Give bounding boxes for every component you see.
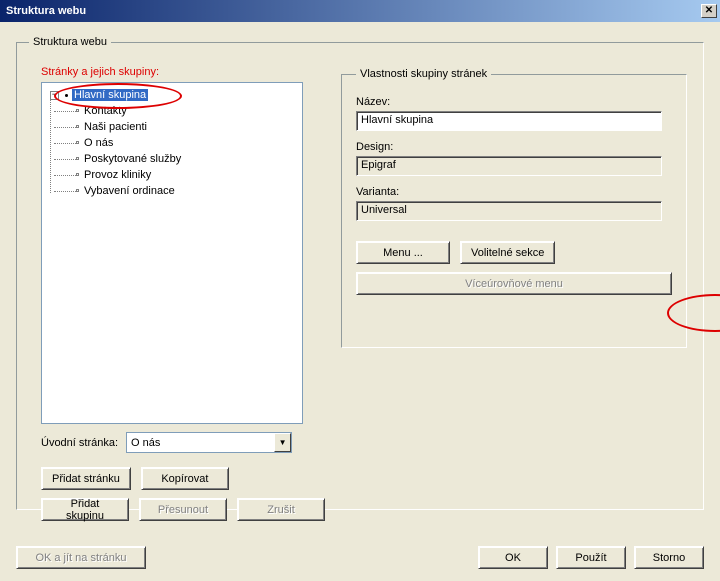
tree-node-icon	[76, 173, 79, 176]
tree-item-label: Kontakty	[84, 105, 127, 117]
design-field: Epigraf	[356, 156, 662, 176]
properties-legend: Vlastnosti skupiny stránek	[356, 68, 491, 80]
menu-button[interactable]: Menu ...	[356, 241, 450, 264]
chevron-down-icon[interactable]: ▼	[274, 433, 291, 452]
tree-item-label: Poskytované služby	[84, 153, 181, 165]
tree-item-label: Provoz kliniky	[84, 169, 151, 181]
intro-page-select[interactable]: O nás ▼	[126, 432, 292, 453]
tree-item[interactable]: Provoz kliniky	[46, 167, 298, 183]
tree-node-icon	[76, 125, 79, 128]
ok-goto-button: OK a jít na stránku	[16, 546, 146, 569]
name-label: Název:	[356, 96, 672, 108]
tree-item[interactable]: Vybavení ordinace	[46, 183, 298, 199]
tree-node-icon	[76, 189, 79, 192]
tree-item[interactable]: Naši pacienti	[46, 119, 298, 135]
optional-sections-button[interactable]: Volitelné sekce	[460, 241, 555, 264]
variant-field: Universal	[356, 201, 662, 221]
tree-node-icon	[76, 157, 79, 160]
tree-root-label[interactable]: Hlavní skupina	[72, 89, 148, 101]
multilevel-menu-button: Víceúrovňové menu	[356, 272, 672, 295]
tree-root-node-icon	[65, 94, 68, 97]
add-page-button[interactable]: Přidat stránku	[41, 467, 131, 490]
left-button-rows: Přidat stránku Kopírovat Přidat skupinu …	[41, 467, 319, 521]
tree-root-row[interactable]: − Hlavní skupina	[46, 87, 298, 103]
tree-item-label: Naši pacienti	[84, 121, 147, 133]
tree-item[interactable]: O nás	[46, 135, 298, 151]
main-groupbox-legend: Struktura webu	[29, 36, 111, 48]
variant-label: Varianta:	[356, 186, 672, 198]
tree-item-label: Vybavení ordinace	[84, 185, 175, 197]
tree-node-icon	[76, 141, 79, 144]
apply-button[interactable]: Použít	[556, 546, 626, 569]
right-column: Vlastnosti skupiny stránek Název: Hlavní…	[341, 68, 687, 348]
page-tree[interactable]: − Hlavní skupina Kontakty Naši pacienti …	[41, 82, 303, 424]
copy-button[interactable]: Kopírovat	[141, 467, 229, 490]
properties-groupbox: Vlastnosti skupiny stránek Název: Hlavní…	[341, 68, 687, 348]
close-icon: ✕	[705, 6, 713, 16]
dialog-buttons: OK a jít na stránku OK Použít Storno	[16, 546, 704, 569]
ok-button[interactable]: OK	[478, 546, 548, 569]
titlebar: Struktura webu ✕	[0, 0, 720, 22]
storno-button[interactable]: Storno	[634, 546, 704, 569]
intro-page-value: O nás	[131, 437, 160, 449]
left-column: Stránky a jejich skupiny: − Hlavní skupi…	[41, 66, 319, 529]
cancel-button: Zrušit	[237, 498, 325, 521]
tree-item[interactable]: Kontakty	[46, 103, 298, 119]
tree-item-label: O nás	[84, 137, 113, 149]
design-label: Design:	[356, 141, 672, 153]
name-input[interactable]: Hlavní skupina	[356, 111, 662, 131]
main-groupbox: Struktura webu Stránky a jejich skupiny:…	[16, 36, 704, 510]
window-title: Struktura webu	[6, 5, 701, 17]
close-button[interactable]: ✕	[701, 4, 717, 18]
intro-page-label: Úvodní stránka:	[41, 437, 118, 449]
move-button: Přesunout	[139, 498, 227, 521]
add-group-button[interactable]: Přidat skupinu	[41, 498, 129, 521]
tree-label: Stránky a jejich skupiny:	[41, 66, 319, 78]
tree-item[interactable]: Poskytované služby	[46, 151, 298, 167]
intro-page-row: Úvodní stránka: O nás ▼	[41, 432, 319, 453]
tree-collapse-icon[interactable]: −	[50, 91, 59, 100]
client-area: Struktura webu Stránky a jejich skupiny:…	[0, 22, 720, 581]
tree-node-icon	[76, 109, 79, 112]
